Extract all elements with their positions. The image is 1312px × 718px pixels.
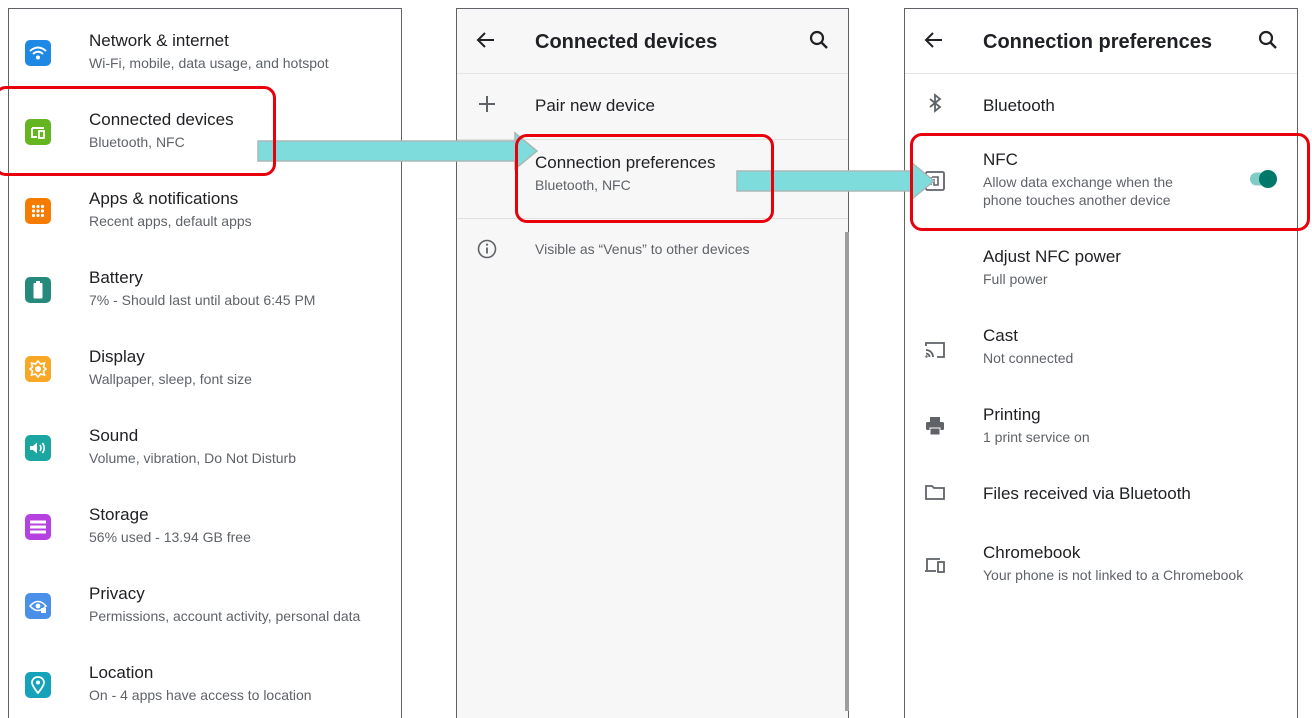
callout-highlight	[0, 86, 276, 176]
flow-arrow	[257, 131, 539, 171]
callout-highlight	[515, 134, 774, 223]
callout-highlight	[910, 133, 1310, 231]
